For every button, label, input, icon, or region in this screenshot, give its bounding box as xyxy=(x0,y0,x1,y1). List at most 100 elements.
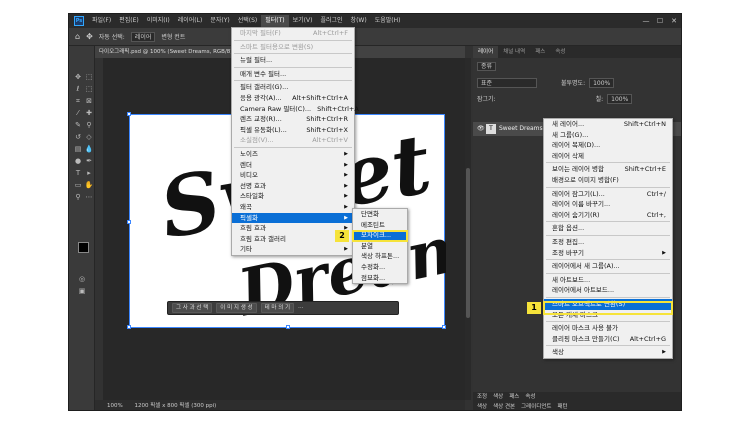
tab-paths[interactable]: 패스 xyxy=(530,46,550,58)
filter-menu-item[interactable]: 픽셀화 ▶ xyxy=(232,212,354,224)
more-tools-icon[interactable]: ⋯ xyxy=(83,192,95,202)
hand-tool-icon[interactable]: ✋ xyxy=(83,180,95,190)
transform-handle[interactable] xyxy=(286,325,290,329)
filter-menu-item[interactable]: 마지막 필터(F) Alt+Ctrl+F xyxy=(232,28,354,39)
menu-item[interactable]: 레이어(L) xyxy=(174,15,207,27)
theme-button[interactable]: 테 마 의 기 xyxy=(260,303,295,313)
tab-swatches[interactable]: 색상 견본 xyxy=(493,402,515,410)
layer-menu-item[interactable]: 레이어 마스크 사용 불가 xyxy=(544,323,672,334)
layer-menu-item[interactable]: 레이어 삭제 xyxy=(544,151,672,162)
tab-properties-bottom[interactable]: 속성 xyxy=(525,392,535,402)
menu-item[interactable]: 보기(V) xyxy=(289,15,317,27)
frame-tool-icon[interactable]: ⊠ xyxy=(83,96,95,106)
pen-tool-icon[interactable]: ✒ xyxy=(83,156,95,166)
transform-handle[interactable] xyxy=(127,220,131,224)
transform-handle[interactable] xyxy=(127,112,131,116)
filter-menu-item[interactable]: 응용 광각(A)... Alt+Shift+Ctrl+A xyxy=(232,93,354,104)
filter-menu-item[interactable]: 스타일화 ▶ xyxy=(232,191,354,202)
pixelate-menu-item[interactable]: 점묘화... xyxy=(353,273,407,284)
foreground-color-swatch[interactable] xyxy=(78,242,89,253)
filter-menu-item[interactable]: 렌즈 교정(R)... Shift+Ctrl+R xyxy=(232,114,354,125)
layer-menu-item[interactable]: 레이어 복제(D)... xyxy=(544,140,672,151)
layer-menu-item[interactable]: 레이어에서 아트보드... xyxy=(544,285,672,296)
move-tool-icon[interactable]: ✥ xyxy=(86,32,93,41)
eraser-tool-icon[interactable]: ◇ xyxy=(83,132,95,142)
pixelate-menu-item[interactable]: 색상 하프톤... xyxy=(353,251,407,262)
layer-menu-item[interactable]: 레이어 숨기기(R) Ctrl+, xyxy=(544,210,672,221)
scrollbar-thumb[interactable] xyxy=(466,168,470,318)
filter-menu-item[interactable]: 소실점(V)... Alt+Ctrl+V xyxy=(232,135,354,146)
tab-gradients[interactable]: 그레이디언트 xyxy=(521,402,551,410)
layer-menu-item[interactable]: 레이어 이름 바꾸기... xyxy=(544,199,672,210)
filter-menu-item[interactable]: 스마트 필터용으로 변환(S) xyxy=(232,42,354,53)
layer-menu-item[interactable]: 보이는 레이어 병합 Shift+Ctrl+E xyxy=(544,164,672,175)
tab-history[interactable]: 채널 내역 xyxy=(498,46,530,58)
menu-item[interactable]: 창(W) xyxy=(347,15,371,27)
menu-item[interactable]: 이미지(I) xyxy=(143,15,174,27)
stamp-tool-icon[interactable]: ⚲ xyxy=(83,120,95,130)
object-select-icon[interactable]: ⬚ xyxy=(83,84,95,94)
visibility-eye-icon[interactable]: 👁 xyxy=(477,122,485,136)
pixelate-menu-item[interactable]: 단면화 xyxy=(353,209,407,220)
layer-menu-item[interactable]: 혼합 옵션... xyxy=(544,223,672,234)
tab-patterns[interactable]: 패턴 xyxy=(558,402,568,410)
filter-menu-item[interactable]: 뉴럴 필터... xyxy=(232,55,354,66)
menu-item[interactable]: 필터(T) xyxy=(261,15,289,27)
opacity-input[interactable]: 100% xyxy=(589,78,615,88)
close-icon[interactable]: ✕ xyxy=(667,17,681,25)
filter-menu-item[interactable]: 비디오 ▶ xyxy=(232,170,354,181)
home-icon[interactable]: ⌂ xyxy=(75,32,80,41)
menu-item[interactable]: 플러그인 xyxy=(316,15,346,27)
layer-menu-item[interactable]: 조정 바꾸기 ▶ xyxy=(544,248,672,259)
more-options-icon[interactable]: ⋯ xyxy=(298,305,304,311)
pixelate-menu-item[interactable]: 분열 xyxy=(353,241,407,252)
layer-menu-item[interactable]: 클리핑 마스크 만들기(C) Alt+Ctrl+G xyxy=(544,334,672,345)
filter-menu-item[interactable]: 기타 ▶ xyxy=(232,244,354,255)
tab-color-2[interactable]: 색상 xyxy=(477,402,487,410)
path-select-icon[interactable]: ▸ xyxy=(83,168,95,178)
screen-mode-icon[interactable]: ▣ xyxy=(76,286,88,296)
tab-paths-bottom[interactable]: 패스 xyxy=(509,392,519,402)
maximize-icon[interactable]: ☐ xyxy=(653,17,667,25)
healing-brush-icon[interactable]: ✚ xyxy=(83,108,95,118)
transform-handle[interactable] xyxy=(127,325,131,329)
layer-menu-item[interactable]: 레이어 잠그기(L)... Ctrl+/ xyxy=(544,189,672,200)
menu-item[interactable]: 파일(F) xyxy=(88,15,115,27)
tab-properties[interactable]: 속성 xyxy=(550,46,570,58)
layer-menu-item[interactable]: 배경으로 이미지 병합(F) xyxy=(544,175,672,186)
tab-color[interactable]: 색상 xyxy=(493,392,503,402)
filter-menu-item[interactable]: 필터 갤러리(G)... xyxy=(232,82,354,93)
layer-menu-item[interactable]: 색상 ▶ xyxy=(544,347,672,358)
filter-menu-item[interactable]: Camera Raw 필터(C)... Shift+Ctrl+A xyxy=(232,104,359,115)
generate-image-button[interactable]: 이 미 지 생 성 xyxy=(216,303,257,313)
menu-item[interactable]: 도움말(H) xyxy=(371,15,405,27)
layer-kind-filter[interactable]: 종류 xyxy=(477,62,497,71)
quick-mask-icon[interactable]: ◎ xyxy=(76,274,88,284)
layer-menu-item[interactable]: 레이어에서 새 그룹(A)... xyxy=(544,261,672,272)
marquee-tool-icon[interactable]: ⬚ xyxy=(83,72,95,82)
tab-layers[interactable]: 레이어 xyxy=(473,46,499,58)
fill-input[interactable]: 100% xyxy=(607,94,633,104)
minimize-icon[interactable]: — xyxy=(639,17,653,25)
blend-mode-dropdown[interactable]: 표준 xyxy=(477,78,537,88)
layer-menu-item[interactable]: 새 그룹(G)... xyxy=(544,130,672,141)
layer-menu-item[interactable]: 새 레이어... Shift+Ctrl+N xyxy=(544,119,672,130)
filter-menu-item[interactable]: 선명 효과 ▶ xyxy=(232,181,354,192)
blur-tool-icon[interactable]: 💧 xyxy=(83,144,95,154)
canvas-scrollbar[interactable] xyxy=(465,58,471,400)
menu-item[interactable]: 선택(S) xyxy=(234,15,262,27)
pixelate-menu-item[interactable]: 수정화... xyxy=(353,262,407,273)
transform-controls-label[interactable]: 변형 컨트 xyxy=(161,32,185,41)
layer-menu-item[interactable]: 새 아트보드... xyxy=(544,275,672,286)
filter-menu-item[interactable]: 렌더 ▶ xyxy=(232,160,354,171)
transform-handle[interactable] xyxy=(442,325,446,329)
filter-menu-item[interactable]: 픽셀 유동화(L)... Shift+Ctrl+X xyxy=(232,125,354,136)
filter-menu-item[interactable]: 왜곡 ▶ xyxy=(232,202,354,213)
filter-menu-item[interactable]: 노이즈 ▶ xyxy=(232,149,354,160)
tab-adjustments[interactable]: 조정 xyxy=(477,392,487,402)
zoom-level[interactable]: 100% xyxy=(107,403,123,409)
select-subject-button[interactable]: 그 사 과 선 택 xyxy=(172,303,213,313)
auto-select-dropdown[interactable]: 레이어 xyxy=(130,31,156,42)
layer-menu-item[interactable]: 조정 편집... xyxy=(544,237,672,248)
menu-item[interactable]: 문자(Y) xyxy=(206,15,233,27)
